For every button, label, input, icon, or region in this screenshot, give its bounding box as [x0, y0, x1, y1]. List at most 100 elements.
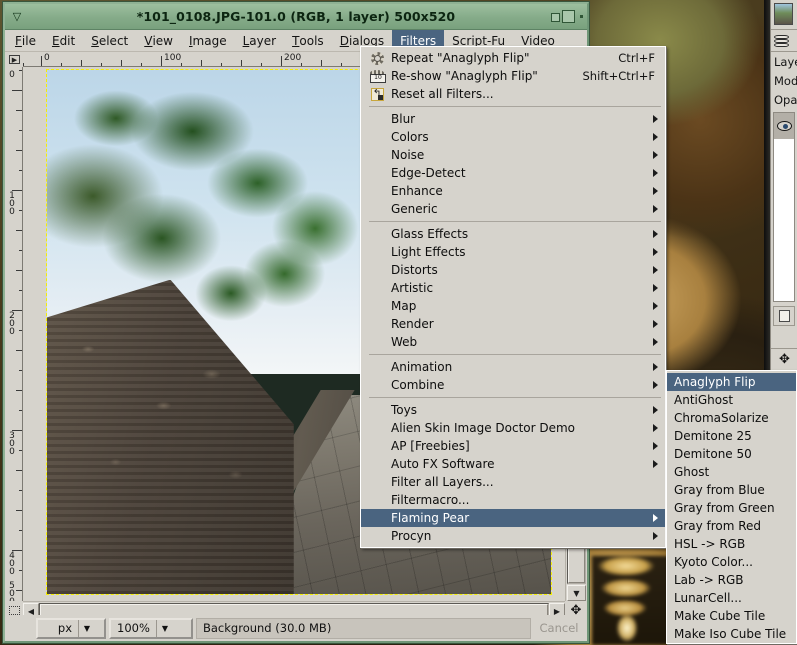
- menu-arrow-icon: ▶: [9, 55, 20, 64]
- dock-image-thumbnail-row[interactable]: [771, 0, 797, 30]
- reset-icon: [367, 86, 387, 102]
- menu-item-label: Colors: [391, 130, 429, 144]
- menu-item-generic[interactable]: Generic: [361, 200, 665, 218]
- submenu-item-anaglyph-flip[interactable]: Anaglyph Flip: [667, 373, 796, 391]
- menu-item-ap-freebies[interactable]: AP [Freebies]: [361, 437, 665, 455]
- menu-item-label: Noise: [391, 148, 425, 162]
- menu-select[interactable]: Select: [83, 30, 136, 51]
- menu-file[interactable]: File: [7, 30, 44, 51]
- menu-item-toys[interactable]: Toys: [361, 401, 665, 419]
- submenu-item-chromasolarize[interactable]: ChromaSolarize: [667, 409, 796, 427]
- menu-item-filtermacro[interactable]: Filtermacro...: [361, 491, 665, 509]
- menu-item-label: Auto FX Software: [391, 457, 495, 471]
- menu-item-web[interactable]: Web: [361, 333, 665, 351]
- cancel-button[interactable]: Cancel: [534, 617, 584, 639]
- submenu-arrow-icon: [653, 302, 658, 310]
- submenu-item-gray-from-green[interactable]: Gray from Green: [667, 499, 796, 517]
- submenu-item-gray-from-blue[interactable]: Gray from Blue: [667, 481, 796, 499]
- submenu-item-demitone-25[interactable]: Demitone 25: [667, 427, 796, 445]
- menu-item-label: Enhance: [391, 184, 443, 198]
- submenu-item-make-iso-cube-tile[interactable]: Make Iso Cube Tile: [667, 625, 796, 643]
- menu-item-reshow-anaglyph-flip[interactable]: Re-show "Anaglyph Flip" Shift+Ctrl+F: [361, 67, 665, 85]
- submenu-item-demitone-50[interactable]: Demitone 50: [667, 445, 796, 463]
- menu-item-auto-fx-software[interactable]: Auto FX Software: [361, 455, 665, 473]
- menu-layer[interactable]: Layer: [235, 30, 284, 51]
- image-thumbnail[interactable]: [774, 3, 793, 25]
- menu-edit[interactable]: Edit: [44, 30, 83, 51]
- menu-item-label: Toys: [391, 403, 417, 417]
- unit-selector[interactable]: px ▼: [36, 617, 106, 639]
- menu-item-edge-detect[interactable]: Edge-Detect: [361, 164, 665, 182]
- menu-item-label: Reset all Filters...: [391, 87, 494, 101]
- menu-item-colors[interactable]: Colors: [361, 128, 665, 146]
- submenu-item-make-cube-tile[interactable]: Make Cube Tile: [667, 607, 796, 625]
- dock-tab-row[interactable]: [771, 30, 797, 52]
- filters-dropdown-menu[interactable]: Repeat "Anaglyph Flip" Ctrl+F Re-show "A…: [360, 46, 666, 548]
- submenu-arrow-icon: [653, 187, 658, 195]
- menu-item-combine[interactable]: Combine: [361, 376, 665, 394]
- menu-item-repeat-anaglyph-flip[interactable]: Repeat "Anaglyph Flip" Ctrl+F: [361, 49, 665, 67]
- menu-item-light-effects[interactable]: Light Effects: [361, 243, 665, 261]
- scroll-down-arrow[interactable]: ▼: [567, 585, 586, 601]
- menu-item-label: Procyn: [391, 529, 432, 543]
- menu-image[interactable]: Image: [181, 30, 235, 51]
- submenu-item-lab-to-rgb[interactable]: Lab -> RGB: [667, 571, 796, 589]
- maximize-button[interactable]: [562, 10, 575, 23]
- menu-item-blur[interactable]: Blur: [361, 110, 665, 128]
- zoom-selector[interactable]: 100% ▼: [109, 617, 193, 639]
- submenu-arrow-icon: [653, 363, 658, 371]
- menu-item-label: Animation: [391, 360, 453, 374]
- layers-list[interactable]: [773, 112, 795, 302]
- menu-item-enhance[interactable]: Enhance: [361, 182, 665, 200]
- restore-button[interactable]: [551, 13, 560, 22]
- close-dot[interactable]: [580, 15, 583, 18]
- menu-item-label: Generic: [391, 202, 438, 216]
- submenu-item-lunarcell[interactable]: LunarCell...: [667, 589, 796, 607]
- flaming-pear-submenu[interactable]: Anaglyph Flip AntiGhost ChromaSolarize D…: [666, 370, 797, 644]
- submenu-item-hsl-to-rgb[interactable]: HSL -> RGB: [667, 535, 796, 553]
- submenu-arrow-icon: [653, 338, 658, 346]
- move-handle-icon[interactable]: ✥: [771, 348, 797, 370]
- new-layer-icon[interactable]: [778, 310, 790, 322]
- menu-item-reset-all-filters[interactable]: Reset all Filters...: [361, 85, 665, 103]
- submenu-arrow-icon: [653, 133, 658, 141]
- reshow-icon: [367, 68, 387, 84]
- menu-item-label: Artistic: [391, 281, 434, 295]
- menu-separator: [369, 221, 661, 222]
- menu-item-map[interactable]: Map: [361, 297, 665, 315]
- menu-separator: [369, 354, 661, 355]
- submenu-arrow-icon: [653, 169, 658, 177]
- menu-item-label: Blur: [391, 112, 416, 126]
- menu-item-alien-skin-image-doctor-demo[interactable]: Alien Skin Image Doctor Demo: [361, 419, 665, 437]
- menu-item-filter-all-layers[interactable]: Filter all Layers...: [361, 473, 665, 491]
- menu-item-artistic[interactable]: Artistic: [361, 279, 665, 297]
- ruler-origin-button[interactable]: ▶: [6, 52, 23, 67]
- layers-button-bar[interactable]: [773, 306, 795, 326]
- menu-item-render[interactable]: Render: [361, 315, 665, 333]
- menu-item-label: Filter all Layers...: [391, 475, 494, 489]
- submenu-arrow-icon: [653, 266, 658, 274]
- unit-value: px: [57, 621, 72, 635]
- layer-row[interactable]: [774, 113, 794, 139]
- submenu-item-gray-from-red[interactable]: Gray from Red: [667, 517, 796, 535]
- chevron-down-icon[interactable]: ▼: [78, 619, 95, 637]
- layers-stack-icon[interactable]: [774, 34, 789, 47]
- menu-item-procyn[interactable]: Procyn: [361, 527, 665, 545]
- vertical-ruler[interactable]: 0 100 200 300 400 50: [5, 67, 23, 601]
- hruler-label-100: 100: [164, 53, 182, 63]
- menu-item-glass-effects[interactable]: Glass Effects: [361, 225, 665, 243]
- menu-item-distorts[interactable]: Distorts: [361, 261, 665, 279]
- menu-tools[interactable]: Tools: [284, 30, 332, 51]
- menu-view[interactable]: View: [136, 30, 181, 51]
- vruler-label-500: 500: [9, 581, 15, 602]
- triangle-down-icon[interactable]: ▽: [9, 9, 25, 25]
- submenu-item-antighost[interactable]: AntiGhost: [667, 391, 796, 409]
- eye-icon[interactable]: [777, 121, 792, 131]
- submenu-item-ghost[interactable]: Ghost: [667, 463, 796, 481]
- submenu-item-kyoto-color[interactable]: Kyoto Color...: [667, 553, 796, 571]
- menu-item-animation[interactable]: Animation: [361, 358, 665, 376]
- menu-item-noise[interactable]: Noise: [361, 146, 665, 164]
- menu-item-flaming-pear[interactable]: Flaming Pear: [361, 509, 665, 527]
- chevron-down-icon[interactable]: ▼: [155, 619, 173, 637]
- submenu-arrow-icon: [653, 205, 658, 213]
